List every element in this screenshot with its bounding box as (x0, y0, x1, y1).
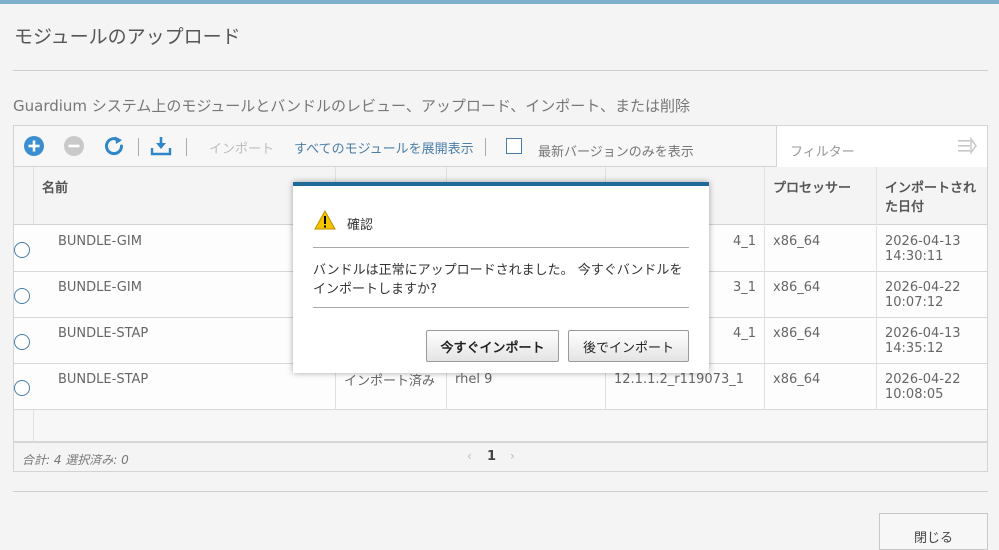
confirm-dialog: 確認 バンドルは正常にアップロードされました。 今すぐバンドルをインポートします… (293, 182, 709, 373)
empty-cell (14, 410, 34, 442)
row-import-date: 2026-04-22 10:08:05 (885, 372, 961, 402)
row-import-date: 2026-04-22 10:07:12 (885, 280, 961, 310)
close-button[interactable]: 閉じる (879, 513, 988, 550)
dialog-title: 確認 (347, 218, 374, 233)
row-select-radio[interactable] (14, 334, 30, 350)
grid-toolbar: インポート すべてのモジュールを展開表示 最新バージョンのみを表示 フィルター (14, 126, 987, 167)
latest-only-checkbox[interactable] (506, 138, 522, 154)
divider (13, 491, 988, 492)
row-processor: x86_64 (765, 226, 877, 272)
row-select-radio[interactable] (14, 380, 30, 396)
import-now-button[interactable]: 今すぐインポート (426, 330, 559, 362)
import-button[interactable]: インポート (209, 138, 274, 157)
dialog-divider (313, 307, 689, 308)
row-name: BUNDLE-GIM (34, 272, 336, 318)
table-empty-row (14, 410, 987, 442)
toolbar-separator (485, 138, 486, 156)
pager-next-button[interactable]: › (510, 449, 515, 463)
pager-current-page: 1 (487, 449, 497, 464)
expand-all-link[interactable]: すべてのモジュールを展開表示 (294, 138, 474, 157)
row-name: BUNDLE-GIM (34, 226, 336, 272)
row-import-date: 2026-04-13 14:35:12 (885, 326, 961, 356)
remove-icon[interactable] (63, 135, 85, 157)
filter-icon[interactable] (957, 137, 977, 155)
dialog-message: バンドルは正常にアップロードされました。 今すぐバンドルをインポートしますか? (313, 263, 683, 297)
row-name: BUNDLE-STAP (34, 318, 336, 364)
toolbar-separator (186, 138, 187, 156)
grid-footer: 合計: 4 選択済み: 0 ‹ 1 › (14, 442, 987, 471)
toolbar-separator (138, 138, 139, 156)
dialog-divider (313, 247, 689, 248)
add-icon[interactable] (23, 135, 45, 157)
row-import-date: 2026-04-13 14:30:11 (885, 234, 961, 264)
header-processor[interactable]: プロセッサー (765, 167, 877, 225)
divider (13, 70, 988, 71)
header-import-date[interactable]: インポートされた日付 (877, 167, 987, 225)
top-accent-bar (0, 0, 999, 4)
page-title: モジュールのアップロード (14, 26, 241, 48)
filter-input[interactable]: フィルター (790, 141, 855, 160)
upload-tray-icon[interactable] (150, 135, 172, 157)
row-processor: x86_64 (765, 272, 877, 318)
refresh-icon[interactable] (103, 135, 125, 157)
page-description: Guardium システム上のモジュールとバンドルのレビュー、アップロード、イン… (13, 97, 691, 115)
row-select-radio[interactable] (14, 288, 30, 304)
pager-prev-button[interactable]: ‹ (467, 449, 472, 463)
filter-box[interactable]: フィルター (776, 126, 987, 167)
header-select-column (14, 167, 34, 225)
header-name[interactable]: 名前 (34, 167, 336, 225)
row-processor: x86_64 (765, 364, 877, 410)
row-select-radio[interactable] (14, 242, 30, 258)
row-processor: x86_64 (765, 318, 877, 364)
import-later-button[interactable]: 後でインポート (568, 330, 689, 362)
warning-icon (314, 210, 336, 230)
row-name: BUNDLE-STAP (34, 364, 336, 410)
latest-only-label: 最新バージョンのみを表示 (538, 145, 694, 160)
selection-summary: 合計: 4 選択済み: 0 (22, 453, 129, 467)
